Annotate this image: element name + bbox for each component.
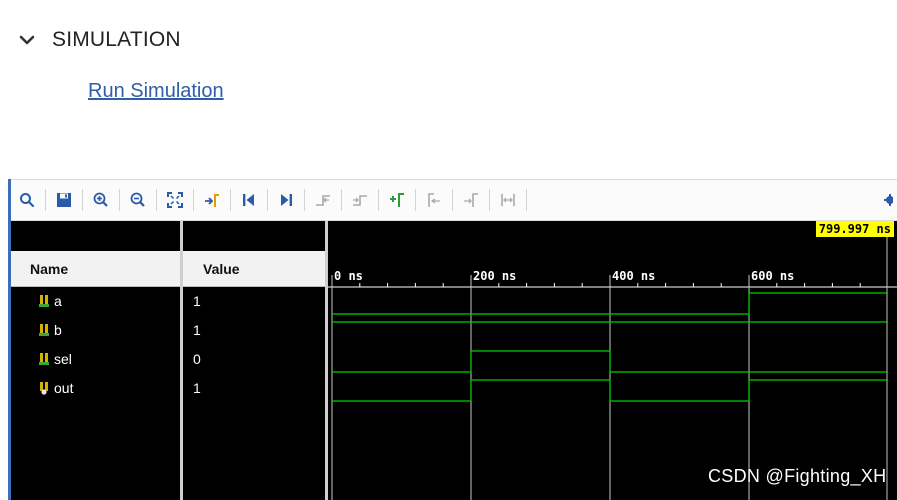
chevron-down-icon[interactable] xyxy=(18,31,36,49)
add-marker-button[interactable] xyxy=(385,188,409,212)
value-column-header[interactable]: Value xyxy=(183,251,325,287)
toolbar-separator xyxy=(156,189,157,211)
previous-transition-icon xyxy=(316,195,330,206)
signal-names-panel: Name a b sel out xyxy=(11,221,180,500)
signal-name: a xyxy=(54,293,62,309)
signal-values-panel: Value 1 1 0 1 xyxy=(183,221,325,500)
toolbar-separator xyxy=(526,189,527,211)
input-icon xyxy=(39,324,49,336)
toolbar-separator xyxy=(45,189,46,211)
signal-value-a: 1 xyxy=(193,293,201,309)
signal-row-a[interactable]: a xyxy=(11,290,180,312)
waveform-canvas[interactable]: 0 ns 200 ns 400 ns 600 ns xyxy=(328,221,897,500)
signal-value-sel: 0 xyxy=(193,351,201,367)
input-icon xyxy=(39,295,49,307)
zoom-fit-icon xyxy=(167,192,183,208)
previous-marker-icon xyxy=(428,193,440,207)
previous-transition-button[interactable] xyxy=(311,188,335,212)
waveform-window: Name a b sel out Value 1 1 0 1 0 ns 200 … xyxy=(8,179,897,500)
signal-value-out: 1 xyxy=(193,380,201,396)
signal-trace-sel[interactable] xyxy=(332,350,888,373)
zoom-fit-button[interactable] xyxy=(163,188,187,212)
zoom-in-button[interactable] xyxy=(89,188,113,212)
time-tick-label: 400 ns xyxy=(612,269,655,283)
signal-name: sel xyxy=(54,351,72,367)
toolbar-separator xyxy=(82,189,83,211)
swap-cursors-icon xyxy=(501,194,515,206)
toolbar-separator xyxy=(230,189,231,211)
waveform-panel[interactable]: 0 ns 200 ns 400 ns 600 ns 799.997 ns xyxy=(328,221,897,500)
signal-row-b[interactable]: b xyxy=(11,319,180,341)
toolbar-separator xyxy=(193,189,194,211)
zoom-out-button[interactable] xyxy=(126,188,150,212)
signal-name: out xyxy=(54,380,74,396)
watermark: CSDN @Fighting_XH xyxy=(708,466,887,486)
name-column-header[interactable]: Name xyxy=(11,251,180,287)
input-icon xyxy=(39,353,49,365)
output-icon xyxy=(40,382,48,395)
signal-row-sel[interactable]: sel xyxy=(11,348,180,370)
signal-value-b: 1 xyxy=(193,322,201,338)
toolbar-separator xyxy=(119,189,120,211)
waveform-area: Name a b sel out Value 1 1 0 1 0 ns 200 … xyxy=(11,221,897,500)
time-tick-label: 0 ns xyxy=(334,269,363,283)
go-to-time-zero-button[interactable] xyxy=(237,188,261,212)
toolbar-separator xyxy=(415,189,416,211)
toolbar-separator xyxy=(341,189,342,211)
toolbar-separator xyxy=(452,189,453,211)
toolbar-separator xyxy=(489,189,490,211)
next-marker-icon xyxy=(464,193,478,207)
time-tick-label: 600 ns xyxy=(751,269,794,283)
waveform-toolbar xyxy=(11,179,897,221)
next-marker-button[interactable] xyxy=(459,188,483,212)
cursor-time-label: 799.997 ns xyxy=(815,221,894,237)
previous-marker-button[interactable] xyxy=(422,188,446,212)
go-to-last-time-icon xyxy=(281,194,292,206)
add-marker-icon xyxy=(390,193,404,207)
signal-name: b xyxy=(54,322,62,338)
zoom-out-icon xyxy=(130,192,145,207)
go-to-time-zero-icon xyxy=(243,194,254,206)
simulation-section-header[interactable]: SIMULATION xyxy=(18,26,181,54)
toolbar-separator xyxy=(267,189,268,211)
section-title: SIMULATION xyxy=(52,28,181,51)
zoom-in-icon xyxy=(93,192,108,207)
swap-cursors-button[interactable] xyxy=(496,188,520,212)
go-to-cursor-icon xyxy=(205,194,219,207)
toolbar-separator xyxy=(378,189,379,211)
save-button[interactable] xyxy=(52,188,76,212)
signal-trace-out[interactable] xyxy=(332,379,888,402)
save-icon xyxy=(57,193,71,207)
go-to-last-time-button[interactable] xyxy=(274,188,298,212)
search-icon xyxy=(20,193,35,208)
next-transition-icon xyxy=(353,195,367,206)
go-to-cursor-button[interactable] xyxy=(200,188,224,212)
toolbar-separator xyxy=(304,189,305,211)
signal-row-out[interactable]: out xyxy=(11,377,180,399)
time-tick-label: 200 ns xyxy=(473,269,516,283)
gear-icon[interactable] xyxy=(883,191,893,209)
search-button[interactable] xyxy=(15,188,39,212)
run-simulation-link[interactable]: Run Simulation xyxy=(88,80,224,103)
next-transition-button[interactable] xyxy=(348,188,372,212)
